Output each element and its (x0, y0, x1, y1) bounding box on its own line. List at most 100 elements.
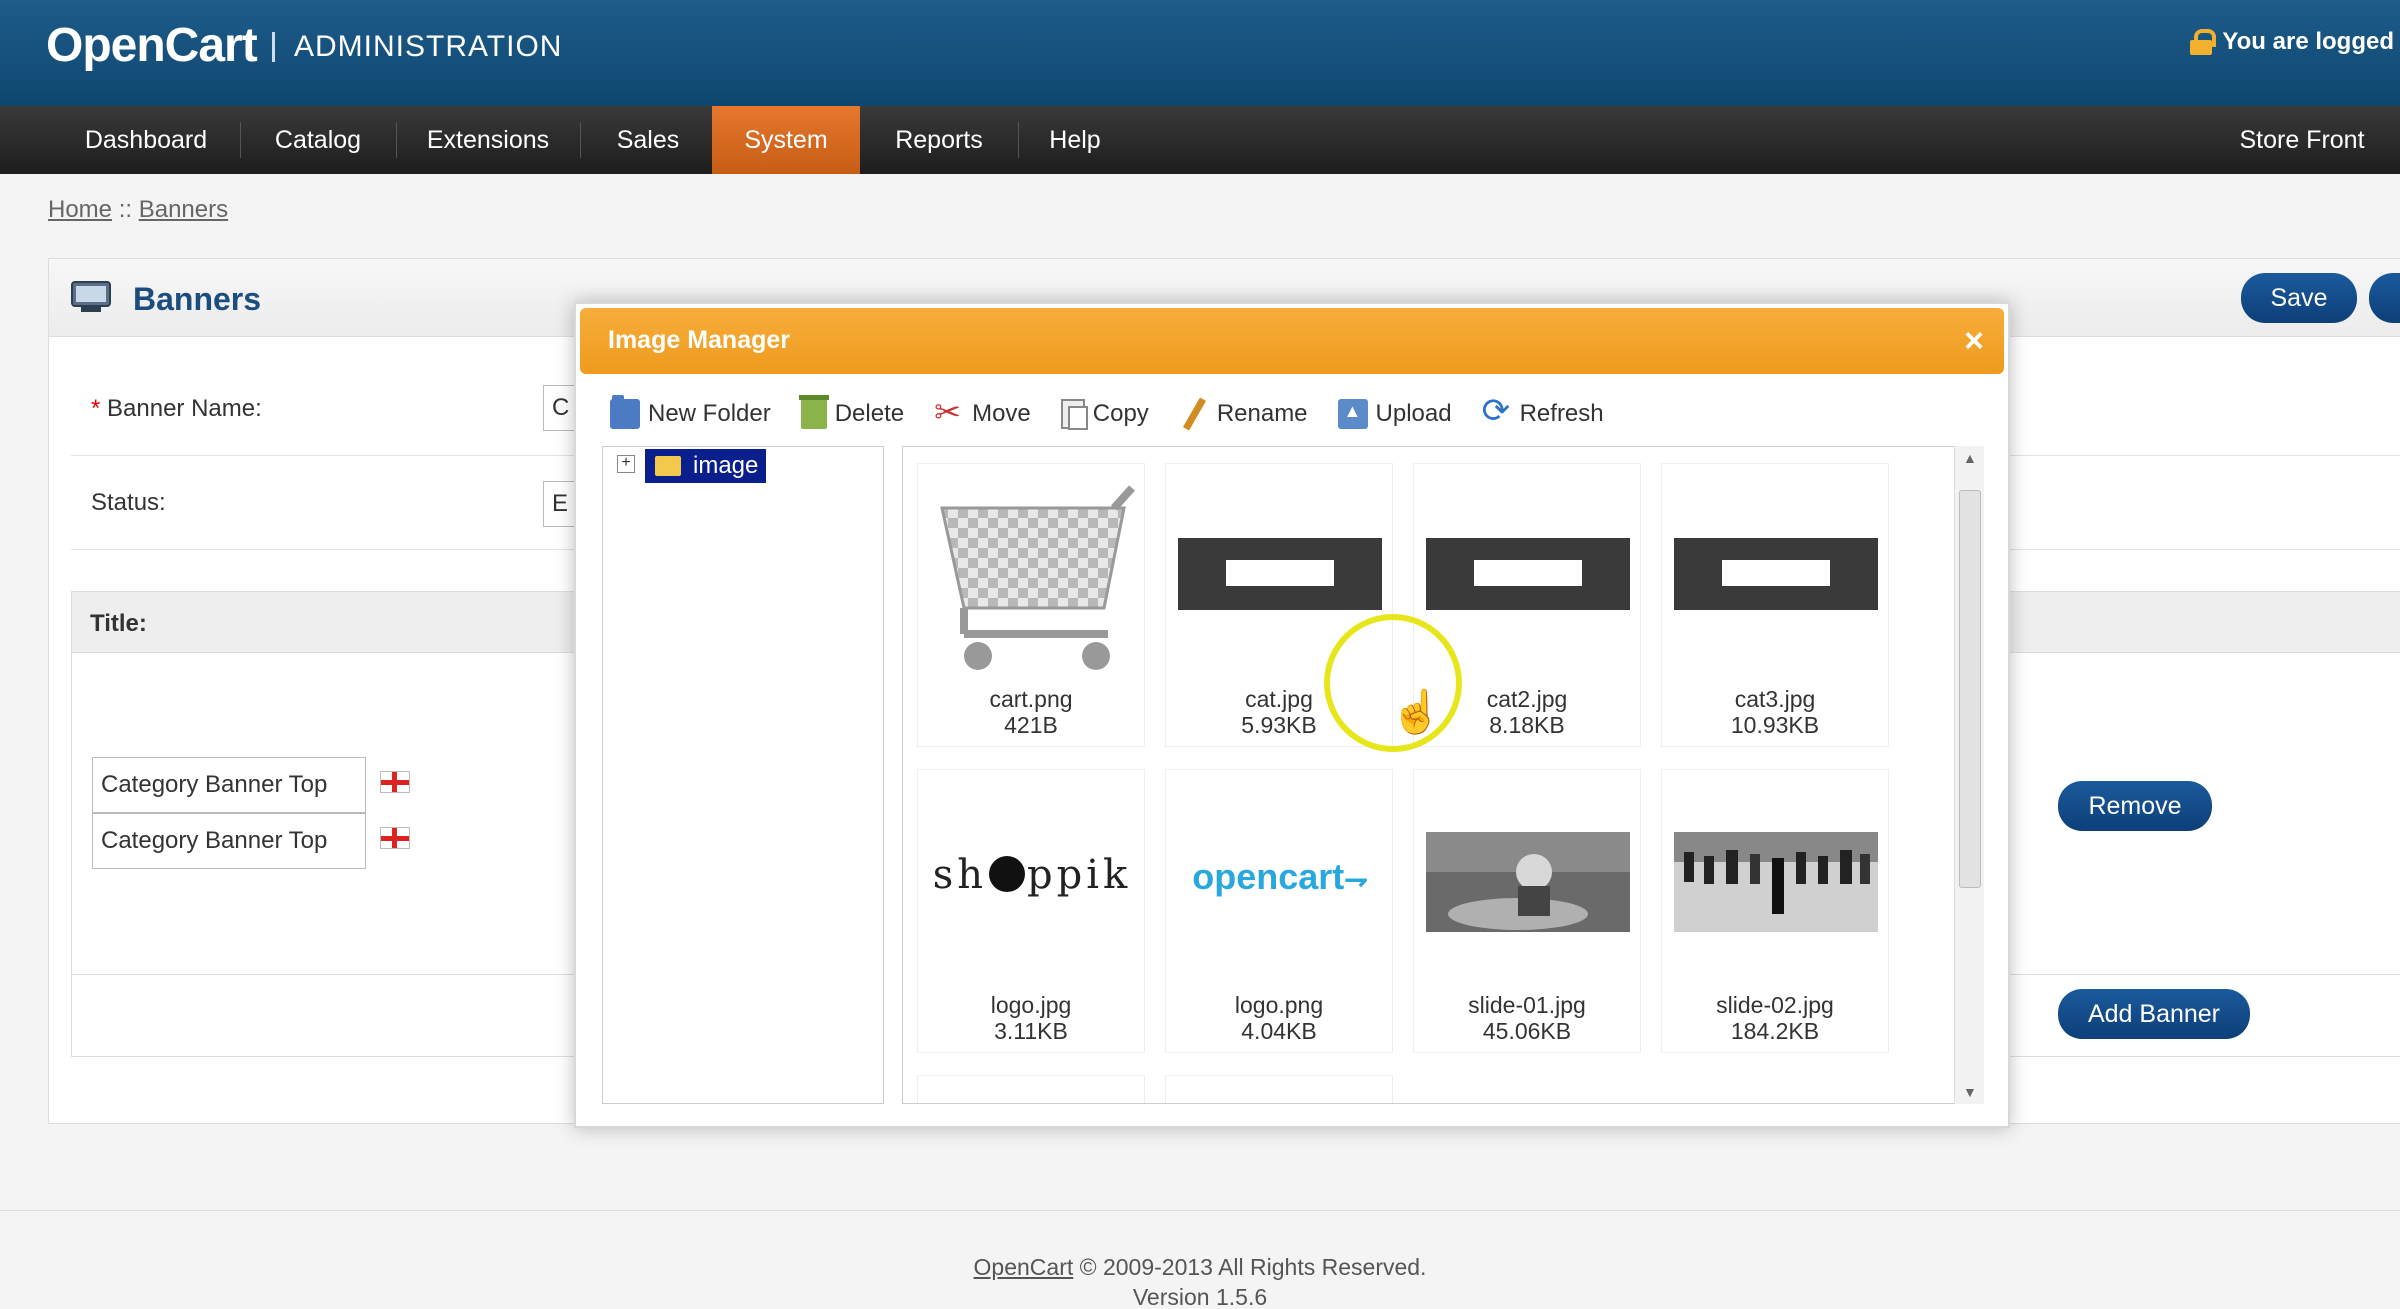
file-name: slide-02.jpg (1716, 992, 1834, 1018)
file-tile[interactable] (917, 1075, 1145, 1103)
file-size: 184.2KB (1730, 1018, 1820, 1044)
cancel-button[interactable] (2369, 273, 2400, 323)
expand-icon[interactable]: + (617, 455, 635, 473)
footer-copyright-text: © 2009-2013 All Rights Reserved. (1079, 1254, 1427, 1280)
file-name: cart.png (989, 686, 1073, 712)
move-label: Move (972, 400, 1031, 427)
file-tile[interactable] (1165, 1075, 1393, 1103)
footer-version: Version 1.5.6 (1132, 1284, 1268, 1309)
logo-text-right: ppik (1027, 852, 1132, 898)
new-folder-button[interactable]: New Folder (610, 395, 771, 429)
file-size: 4.04KB (1241, 1018, 1317, 1044)
shoppik-mark-icon (989, 856, 1026, 892)
menu-help[interactable]: Help (1028, 106, 1122, 174)
cart-glyph-icon: ⇁ (1344, 864, 1368, 895)
file-tile[interactable]: slide-02.jpg 184.2KB (1661, 769, 1889, 1053)
remove-button[interactable]: Remove (2058, 781, 2212, 831)
folder-icon (610, 395, 640, 429)
lock-icon (2190, 29, 2217, 55)
tree-node-label: image (693, 452, 759, 479)
image-manager-toolbar: New Folder Delete Move Copy Rename Uploa… (610, 391, 1634, 434)
cart-thumbnail (940, 485, 1135, 670)
file-name: slide-01.jpg (1468, 992, 1586, 1018)
scrollbar-thumb[interactable] (1959, 490, 1981, 888)
add-banner-button[interactable]: Add Banner (2058, 989, 2250, 1039)
footer-copyright: OpenCart © 2009-2013 All Rights Reserved… (0, 1254, 2400, 1281)
file-tile[interactable]: slide-01.jpg 45.06KB (1413, 769, 1641, 1053)
close-icon[interactable]: × (1964, 322, 1984, 361)
file-name: cat3.jpg (1734, 686, 1816, 712)
title-column-label: Title: (90, 610, 147, 637)
copy-label: Copy (1092, 400, 1149, 427)
footer-divider (0, 1210, 2400, 1211)
english-flag-icon (380, 827, 410, 849)
folder-tree: + image (602, 446, 884, 1104)
file-size: 3.11KB (994, 1018, 1068, 1044)
banner-screen-icon (71, 281, 111, 312)
menu-reports[interactable]: Reports (866, 106, 1012, 174)
menu-divider (240, 122, 241, 158)
breadcrumb: Home :: Banners (48, 196, 228, 224)
hand-cursor-icon: ☝ (1390, 688, 1443, 735)
breadcrumb-separator: :: (118, 196, 133, 223)
banner-title-input[interactable]: Category Banner Top (92, 813, 366, 869)
banner-name-label: * Banner Name: (91, 395, 262, 423)
menu-sales[interactable]: Sales (590, 106, 706, 174)
file-grid: cart.png 421B cat.jpg 5.93KB cat2.jpg 8.… (902, 446, 1984, 1104)
menu-system[interactable]: System (712, 106, 860, 174)
menu-store-front[interactable]: Store Front (2218, 106, 2386, 174)
banner-title-input[interactable]: Category Banner Top (92, 757, 366, 813)
file-tile[interactable]: sh ppik logo.jpg 3.11KB (917, 769, 1145, 1053)
slide01-thumbnail (1426, 832, 1630, 932)
breadcrumb-home[interactable]: Home (48, 196, 112, 223)
file-grid-scrollbar[interactable]: ▲ ▼ (1954, 446, 1984, 1104)
delete-button[interactable]: Delete (798, 395, 905, 429)
footer-opencart-link[interactable]: OpenCart (974, 1254, 1074, 1280)
upload-button[interactable]: Upload (1337, 399, 1452, 429)
scroll-down-icon[interactable]: ▼ (1963, 1084, 1977, 1100)
cat2-thumbnail (1426, 538, 1630, 610)
pencil-icon (1179, 399, 1209, 429)
trash-icon (798, 395, 829, 429)
page-title: Banners (133, 281, 262, 317)
cat3-thumbnail (1674, 538, 1878, 610)
image-manager-dialog: Image Manager × New Folder Delete Move C… (574, 302, 2010, 1128)
menu-divider (580, 122, 581, 158)
image-manager-titlebar[interactable]: Image Manager × (580, 308, 2004, 374)
opencart-logo-text: opencart (1192, 856, 1345, 897)
status-label: Status: (91, 489, 166, 516)
menu-divider (1018, 122, 1019, 158)
main-menu: Dashboard Catalog Extensions Sales Syste… (0, 106, 2400, 174)
menu-catalog[interactable]: Catalog (250, 106, 386, 174)
breadcrumb-banners[interactable]: Banners (139, 196, 228, 223)
move-button[interactable]: Move (934, 393, 1031, 431)
file-tile[interactable]: cat3.jpg 10.93KB (1661, 463, 1889, 747)
save-button[interactable]: Save (2241, 273, 2357, 323)
menu-extensions[interactable]: Extensions (406, 106, 570, 174)
logo-divider (272, 32, 275, 62)
folder-icon (655, 456, 681, 476)
file-tile[interactable]: opencart⇁ logo.png 4.04KB (1165, 769, 1393, 1053)
scissors-icon (934, 393, 964, 431)
opencart-logo[interactable]: OpenCart (46, 18, 258, 73)
scroll-up-icon[interactable]: ▲ (1963, 450, 1977, 466)
banner-name-label-text: Banner Name: (107, 395, 262, 422)
rename-label: Rename (1216, 400, 1308, 427)
menu-dashboard[interactable]: Dashboard (62, 106, 230, 174)
file-tile[interactable]: cart.png 421B (917, 463, 1145, 747)
shoppik-logo-thumbnail: sh ppik (928, 852, 1136, 898)
image-manager-title: Image Manager (608, 326, 791, 354)
delete-label: Delete (834, 400, 905, 427)
cat-thumbnail (1178, 538, 1382, 610)
file-size: 421B (1004, 712, 1058, 738)
english-flag-icon (380, 771, 410, 793)
refresh-icon (1482, 391, 1512, 431)
rename-button[interactable]: Rename (1179, 399, 1308, 429)
logo-text-left: sh (932, 852, 988, 898)
refresh-button[interactable]: Refresh (1482, 391, 1604, 431)
tree-node-image[interactable]: image (645, 449, 767, 483)
login-status: You are logged (2190, 28, 2394, 56)
copy-button[interactable]: Copy (1060, 399, 1149, 430)
file-name: logo.png (1234, 992, 1324, 1018)
new-folder-label: New Folder (648, 400, 771, 427)
